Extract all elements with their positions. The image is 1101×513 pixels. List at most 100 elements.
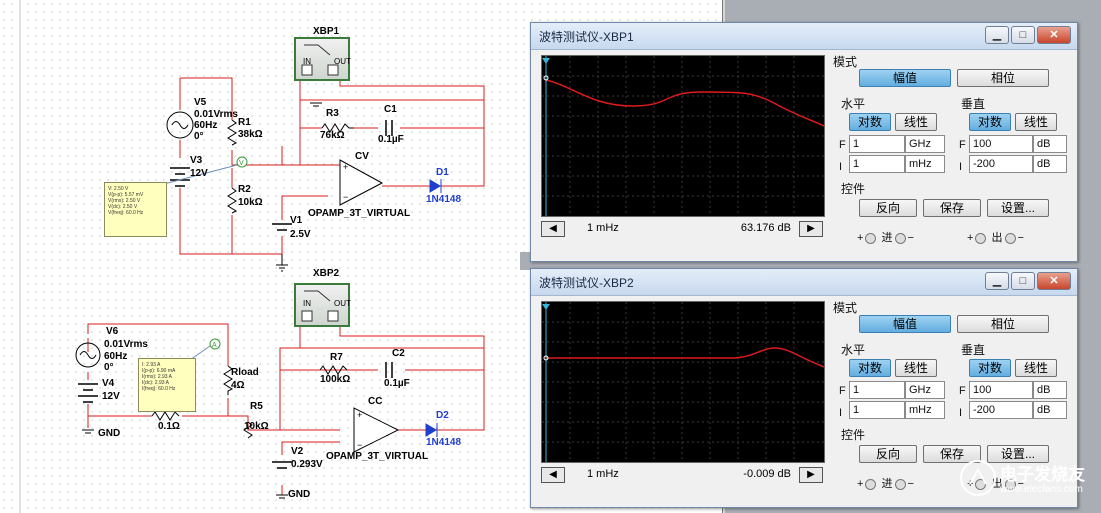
in-minus-terminal[interactable] xyxy=(894,232,906,244)
in-terminal[interactable]: + 进 − xyxy=(857,475,914,491)
v5-phase: 0° xyxy=(194,131,204,142)
title-bar[interactable]: 波特测试仪-XBP2 ▁ □ ✕ xyxy=(531,269,1077,296)
h-final-input[interactable]: 1 xyxy=(849,135,905,153)
watermark-logo-icon xyxy=(960,460,996,496)
in-minus-terminal[interactable] xyxy=(894,478,906,490)
plot-screen[interactable] xyxy=(541,55,825,217)
cursor-frequency: 1 mHz xyxy=(587,222,619,234)
v-final-input[interactable]: 100 xyxy=(969,381,1033,399)
r1-value: 38kΩ xyxy=(238,129,263,140)
v-initial-unit[interactable]: dB xyxy=(1033,401,1067,419)
settings-button[interactable]: 设置... xyxy=(987,199,1049,217)
minimize-button[interactable]: ▁ xyxy=(985,272,1009,290)
h-initial-unit[interactable]: mHz xyxy=(905,401,945,419)
in-plus-terminal[interactable] xyxy=(865,232,877,244)
plot-screen[interactable] xyxy=(541,301,825,463)
h-final-unit[interactable]: GHz xyxy=(905,135,945,153)
in-minus-label: − xyxy=(907,232,914,244)
v1-value: 2.5V xyxy=(290,229,311,240)
h-linear-button[interactable]: 线性 xyxy=(895,359,937,377)
xbp2-out-label: OUT xyxy=(334,299,351,308)
rload-value: 4Ω xyxy=(231,380,245,391)
horizontal-label: 水平 xyxy=(841,343,866,357)
cursor-left-button[interactable]: ◀ xyxy=(541,467,565,483)
phase-button[interactable]: 相位 xyxy=(957,69,1049,87)
h-final-label: F xyxy=(839,385,846,397)
out-terminal[interactable]: + 出 − xyxy=(967,229,1024,245)
h-final-unit[interactable]: GHz xyxy=(905,381,945,399)
v-linear-button[interactable]: 线性 xyxy=(1015,113,1057,131)
v3-value: 12V xyxy=(190,168,208,179)
r7-label: R7 xyxy=(330,352,343,363)
cursor-right-button[interactable]: ▶ xyxy=(799,467,823,483)
magnitude-button[interactable]: 幅值 xyxy=(859,315,951,333)
xbp2-in-label: IN xyxy=(303,299,311,308)
r2-label: R2 xyxy=(238,184,251,195)
c1-value: 0.1µF xyxy=(378,134,404,145)
svg-text:−: − xyxy=(357,440,362,450)
cursor-left-button[interactable]: ◀ xyxy=(541,221,565,237)
svg-text:−: − xyxy=(343,192,348,202)
h-final-input[interactable]: 1 xyxy=(849,381,905,399)
h-initial-input[interactable]: 1 xyxy=(849,155,905,173)
opamp-cv-label: CV xyxy=(355,151,369,162)
cursor-right-button[interactable]: ▶ xyxy=(799,221,823,237)
xbp2-label: XBP2 xyxy=(313,268,340,279)
reverse-button[interactable]: 反向 xyxy=(859,445,917,463)
v4-label: V4 xyxy=(102,378,115,389)
v2-label: V2 xyxy=(291,446,304,457)
v2-value: 0.293V xyxy=(291,459,323,470)
v-log-button[interactable]: 对数 xyxy=(969,359,1011,377)
v-initial-input[interactable]: -200 xyxy=(969,155,1033,173)
settings-panel: 模式 幅值 相位 水平 垂直 对数 线性 对数 线性 F 1 GHz I 1 m… xyxy=(829,51,1075,259)
close-button[interactable]: ✕ xyxy=(1037,26,1071,44)
v5-frequency: 60Hz xyxy=(194,120,218,131)
h-final-label: F xyxy=(839,139,846,151)
c2-label: C2 xyxy=(392,348,405,359)
d1-label: D1 xyxy=(436,167,449,178)
save-button[interactable]: 保存 xyxy=(923,199,981,217)
h-initial-unit[interactable]: mHz xyxy=(905,155,945,173)
h-initial-input[interactable]: 1 xyxy=(849,401,905,419)
in-plus-terminal[interactable] xyxy=(865,478,877,490)
v-final-unit[interactable]: dB xyxy=(1033,381,1067,399)
v-linear-button[interactable]: 线性 xyxy=(1015,359,1057,377)
v-log-button[interactable]: 对数 xyxy=(969,113,1011,131)
bode-plotter-window-xbp1[interactable]: 波特测试仪-XBP1 ▁ □ ✕ ◀ 1 mHz 63.176 dB ▶ 模式 幅值… xyxy=(530,22,1078,262)
d2-label: D2 xyxy=(436,410,449,421)
gnd-label: GND xyxy=(288,489,311,500)
out-minus-terminal[interactable] xyxy=(1004,232,1016,244)
h-log-button[interactable]: 对数 xyxy=(849,359,891,377)
magnitude-button[interactable]: 幅值 xyxy=(859,69,951,87)
cursor-frequency: 1 mHz xyxy=(587,468,619,480)
cursor-bar: ◀ 1 mHz -0.009 dB ▶ xyxy=(541,467,823,483)
h-linear-button[interactable]: 线性 xyxy=(895,113,937,131)
cursor-bar: ◀ 1 mHz 63.176 dB ▶ xyxy=(541,221,823,237)
in-plus-label: + xyxy=(857,478,864,490)
mode-label: 模式 xyxy=(833,55,858,69)
note-line: I(freq): 60.0 Hz xyxy=(142,386,176,392)
watermark-site: 电子发烧友 xyxy=(1000,465,1085,484)
out-plus-terminal[interactable] xyxy=(975,232,987,244)
r3-label: R3 xyxy=(326,108,339,119)
in-terminal[interactable]: + 进 − xyxy=(857,229,914,245)
cursor-value: -0.009 dB xyxy=(743,468,791,480)
xbp1-label: XBP1 xyxy=(313,26,340,37)
minimize-button[interactable]: ▁ xyxy=(985,26,1009,44)
v6-amplitude: 0.01Vrms xyxy=(104,339,148,350)
title-bar[interactable]: 波特测试仪-XBP1 ▁ □ ✕ xyxy=(531,23,1077,50)
phase-button[interactable]: 相位 xyxy=(957,315,1049,333)
reverse-button[interactable]: 反向 xyxy=(859,199,917,217)
v6-phase: 0° xyxy=(104,362,114,373)
in-minus-label: − xyxy=(907,478,914,490)
vertical-label: 垂直 xyxy=(961,97,986,111)
v-final-unit[interactable]: dB xyxy=(1033,135,1067,153)
maximize-button[interactable]: □ xyxy=(1011,26,1035,44)
r1-label: R1 xyxy=(238,117,251,128)
v-final-input[interactable]: 100 xyxy=(969,135,1033,153)
maximize-button[interactable]: □ xyxy=(1011,272,1035,290)
v-initial-unit[interactable]: dB xyxy=(1033,155,1067,173)
v-initial-input[interactable]: -200 xyxy=(969,401,1033,419)
close-button[interactable]: ✕ xyxy=(1037,272,1071,290)
h-log-button[interactable]: 对数 xyxy=(849,113,891,131)
